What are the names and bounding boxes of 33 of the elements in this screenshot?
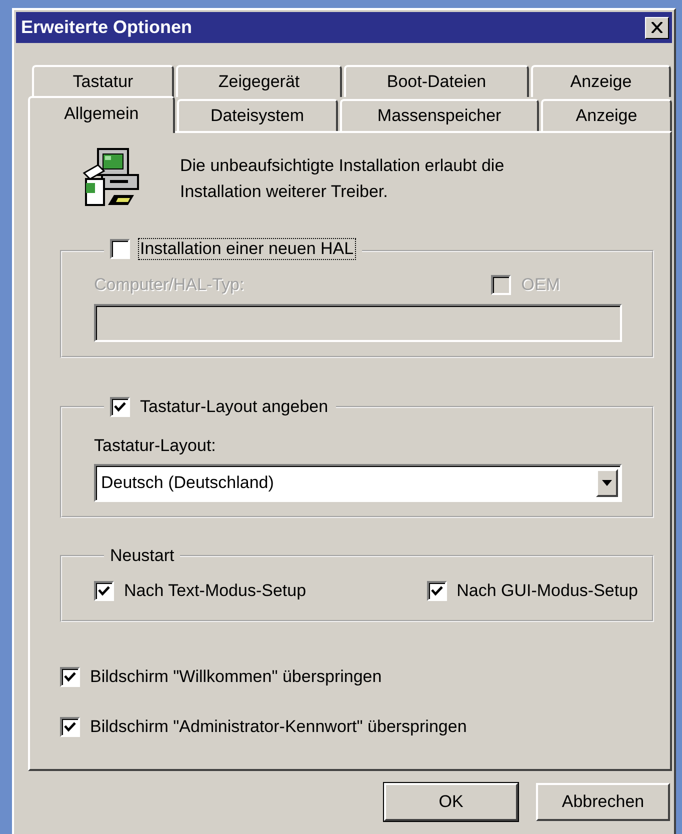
checkbox[interactable] [60,667,80,687]
tab[interactable]: Anzeige [541,99,672,131]
group-title: Neustart [109,546,176,566]
tab[interactable]: Allgemein [28,96,175,133]
dropdown-value: Deutsch (Deutschland) [101,473,274,493]
tab[interactable]: Boot-Dateien [344,65,529,97]
checkbox-label[interactable]: Nach GUI-Modus-Setup [454,580,640,602]
close-icon[interactable] [645,16,669,38]
checkbox[interactable] [94,581,114,601]
text-field[interactable] [94,304,622,342]
ok-button[interactable]: OK [384,783,518,821]
checkmark-icon [64,671,76,683]
checkmark-icon [430,585,443,597]
checkmark-icon [114,401,126,413]
description-text: Die unbeaufsichtigte Installation erlaubt die Installation weiterer Treiber. [180,155,506,203]
checkmark-icon [98,585,110,597]
tab[interactable]: Massenspeicher [340,99,540,131]
field-label: Tastatur-Layout: [94,436,217,456]
checkmark-icon [64,721,76,733]
cancel-button[interactable]: Abbrechen [536,783,670,821]
dropdown[interactable]: Deutsch (Deutschland) [94,464,622,502]
checkbox-label[interactable]: Tastatur-Layout angeben [138,396,330,418]
checkbox[interactable] [110,397,130,417]
window-title: Erweiterte Optionen [21,17,192,38]
checkbox-label[interactable]: Bildschirm "Willkommen" überspringen [88,666,384,688]
checkbox[interactable] [426,581,447,601]
tab[interactable]: Zeigegerät [176,65,342,97]
checkbox-label[interactable]: Nach Text-Modus-Setup [122,580,308,602]
tab[interactable]: Anzeige [531,65,671,97]
checkbox-label[interactable]: Bildschirm "Administrator-Kennwort" überspringen [88,716,469,738]
tab[interactable]: Tastatur [32,65,174,97]
checkbox[interactable] [60,717,80,737]
tab[interactable]: Dateisystem [176,99,338,131]
